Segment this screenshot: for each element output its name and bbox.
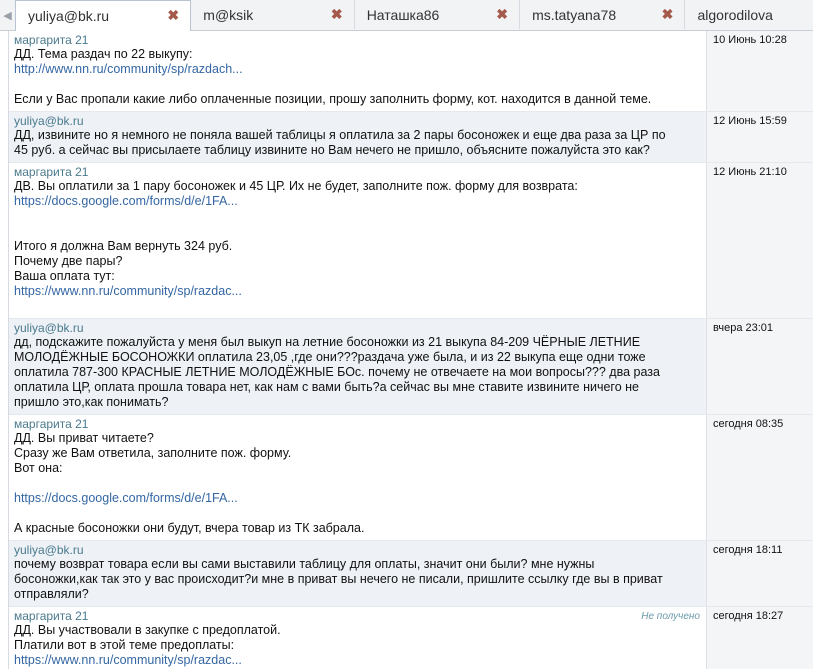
message-text-line <box>14 506 700 521</box>
tab-label: yuliya@bk.ru <box>27 8 110 24</box>
message-row[interactable]: yuliya@bk.ru ДД, извините но я немного не… <box>9 112 813 163</box>
message-text-line: босоножки,как так это у вас происходит?и… <box>14 572 663 586</box>
tab-bar: ◀ yuliya@bk.ru ✖ m@ksik ✖ Наташка86 ✖ ms… <box>0 0 813 32</box>
message-text-line: ДД. Тема раздач по 22 выкупу: <box>14 47 193 61</box>
close-icon[interactable]: ✖ <box>166 8 180 22</box>
message-author[interactable]: маргарита 21 <box>14 33 700 47</box>
close-icon[interactable]: ✖ <box>330 7 344 21</box>
message-link[interactable]: https://docs.google.com/forms/d/e/1FA... <box>14 491 700 506</box>
message-list[interactable]: маргарита 21 ДД. Тема раздач по 22 выкупу… <box>8 31 813 669</box>
message-text-line: пришло это,как понимать? <box>14 395 169 409</box>
message-date: сегодня 18:27 <box>706 607 813 669</box>
message-row[interactable]: маргарита 21 ДВ. Вы оплатили за 1 пару бо… <box>9 163 813 319</box>
message-text-line: Почему две пары? <box>14 254 123 268</box>
message-text-line: Платили вот в этой теме предоплаты: <box>14 638 235 652</box>
message-author[interactable]: маргарита 21 <box>14 417 700 431</box>
tab-label: algorodilova <box>697 6 773 23</box>
message-author[interactable]: маргарита 21 <box>14 165 700 179</box>
tab-ms-tatyana78[interactable]: ms.tatyana78 ✖ <box>520 0 686 29</box>
message-date: 12 Июнь 15:59 <box>706 112 813 162</box>
message-date: вчера 23:01 <box>706 319 813 414</box>
message-body: маргарита 21 ДД. Тема раздач по 22 выкупу… <box>9 31 706 111</box>
message-text-line: оплатила ЦР, оплата прошла товара нет, к… <box>14 380 639 394</box>
message-body: yuliya@bk.ru почему возврат товара если в… <box>9 541 706 606</box>
tab-label: Наташка86 <box>366 6 440 23</box>
message-row[interactable]: маргарита 21 ДД. Тема раздач по 22 выкупу… <box>9 31 813 112</box>
message-text-line: ДВ. Вы оплатили за 1 пару босоножек и 45… <box>14 179 578 193</box>
tabs-scroll-left-icon[interactable]: ◀ <box>0 0 15 30</box>
close-icon[interactable]: ✖ <box>660 7 674 21</box>
message-text-line: А красные босоножки они будут, вчера тов… <box>14 521 365 535</box>
message-body: маргарита 21 ДВ. Вы оплатили за 1 пару бо… <box>9 163 706 318</box>
message-text-line: Итого я должна Вам вернуть 324 руб. <box>14 239 233 253</box>
message-text-line <box>14 209 700 224</box>
message-text-line <box>14 77 700 92</box>
message-text-line <box>14 224 700 239</box>
message-text-line: дд, подскажите пожалуйста у меня был вык… <box>14 335 641 349</box>
message-author[interactable]: yuliya@bk.ru <box>14 543 700 557</box>
message-text-line: Ваша оплата тут: <box>14 269 115 283</box>
tab-yuliya[interactable]: yuliya@bk.ru ✖ <box>14 0 192 32</box>
message-link[interactable]: https://www.nn.ru/community/sp/razdac... <box>14 653 700 668</box>
message-text-line <box>14 299 700 314</box>
message-text-line <box>14 476 700 491</box>
message-text-line: ДД, извините но я немного не поняла ваше… <box>14 128 666 142</box>
tab-label: m@ksik <box>203 6 254 23</box>
message-body: маргарита 21 ДД. Вы приват читаете? Сразу … <box>9 415 706 540</box>
delivery-status-badge: Не получено <box>641 611 700 622</box>
message-text-line: МОЛОДЁЖНЫЕ БОСОНОЖКИ оплатила 23,05 ,где… <box>14 350 646 364</box>
message-link[interactable]: http://www.nn.ru/community/sp/razdach... <box>14 62 700 77</box>
message-author[interactable]: маргарита 21 <box>14 609 700 623</box>
message-text-line: ДД. Вы участвовали в закупке с предоплат… <box>14 623 281 637</box>
message-text-line: Вот она: <box>14 461 63 475</box>
message-date: сегодня 18:11 <box>706 541 813 606</box>
message-text-line: 45 руб. а сейчас вы присылаете таблицу и… <box>14 143 650 157</box>
message-text-line: оплатила 787-300 КРАСНЫЕ ЛЕТНИЕ МОЛОДЁЖН… <box>14 365 660 379</box>
message-row[interactable]: маргарита 21 ДД. Вы приват читаете? Сразу … <box>9 415 813 541</box>
message-author[interactable]: yuliya@bk.ru <box>14 321 700 335</box>
tab-label: ms.tatyana78 <box>532 6 617 23</box>
message-link[interactable]: https://www.nn.ru/community/sp/razdac... <box>14 284 700 299</box>
message-row[interactable]: yuliya@bk.ru почему возврат товара если в… <box>9 541 813 607</box>
message-text-line: отправляли? <box>14 587 89 601</box>
message-body: маргарита 21 ДД. Вы участвовали в закупке… <box>9 607 706 669</box>
message-row[interactable]: yuliya@bk.ru дд, подскажите пожалуйста у … <box>9 319 813 415</box>
message-body: yuliya@bk.ru дд, подскажите пожалуйста у … <box>9 319 706 414</box>
tab-mksik[interactable]: m@ksik ✖ <box>191 0 355 29</box>
message-link[interactable]: https://docs.google.com/forms/d/e/1FA... <box>14 194 700 209</box>
message-date: сегодня 08:35 <box>706 415 813 540</box>
message-date: 10 Июнь 10:28 <box>706 31 813 111</box>
message-text-line: Сразу же Вам ответила, заполните пож. фо… <box>14 446 292 460</box>
message-body: yuliya@bk.ru ДД, извините но я немного не… <box>9 112 706 162</box>
message-text-line: ДД. Вы приват читаете? <box>14 431 154 445</box>
message-text-line: почему возврат товара если вы сами выста… <box>14 557 595 571</box>
message-date: 12 Июнь 21:10 <box>706 163 813 318</box>
message-row[interactable]: маргарита 21 ДД. Вы участвовали в закупке… <box>9 607 813 669</box>
close-icon[interactable]: ✖ <box>495 7 509 21</box>
tab-natashka86[interactable]: Наташка86 ✖ <box>355 0 521 29</box>
message-text-line: Если у Вас пропали какие либо оплаченные… <box>14 92 652 106</box>
message-author[interactable]: yuliya@bk.ru <box>14 114 700 128</box>
tab-algorodilova[interactable]: algorodilova <box>685 0 813 29</box>
